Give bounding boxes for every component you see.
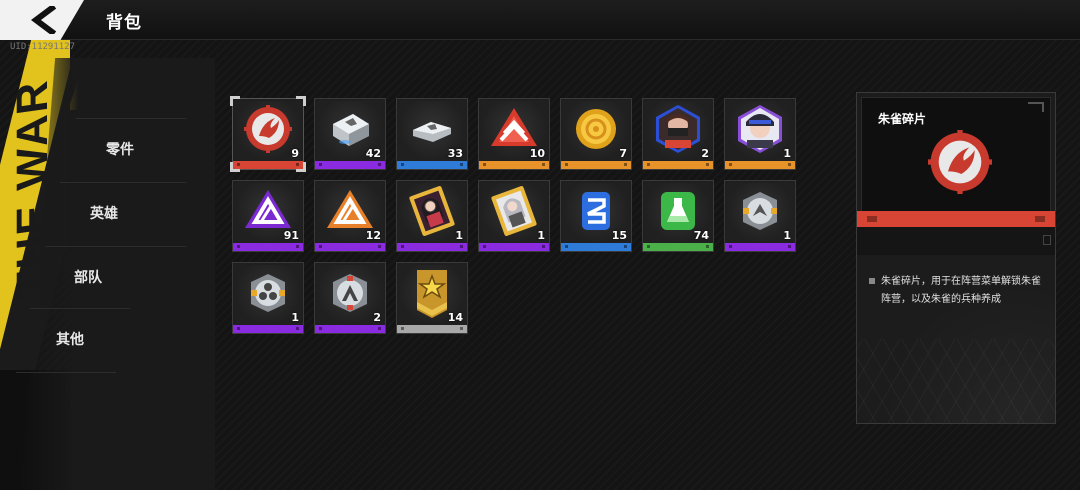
detail-rarity-bar [857,211,1055,227]
rarity-bar-orange [561,161,631,169]
item-count: 7 [619,147,627,160]
sidebar-item-label: 部队 [74,270,102,286]
description-box: 朱雀碎片，用于在阵营菜单解锁朱雀阵营，以及朱雀的兵种养成 [857,259,1055,423]
detail-strip [857,227,1055,255]
inventory-slot[interactable]: 10 [478,98,550,170]
item-count: 91 [283,229,299,242]
phoenix-emblem-icon [244,105,292,153]
rarity-bar-red [233,161,303,169]
divider [76,118,186,119]
rarity-bar-orange [643,161,713,169]
rarity-bar-purple [233,243,303,251]
rarity-bar-purple [315,243,385,251]
item-count: 2 [701,147,709,160]
inventory-slot[interactable]: 1 [232,262,304,334]
sidebar-item-parts[interactable]: 零件 [72,124,168,174]
inventory-slot[interactable]: 2 [642,98,714,170]
item-count: 33 [447,147,463,160]
item-count: 10 [529,147,545,160]
detail-header: 朱雀碎片 [861,97,1051,213]
rarity-bar-orange [479,161,549,169]
item-count: 2 [373,311,381,324]
inventory-slot[interactable]: 2 [314,262,386,334]
sidebar-item-label: 全部 [125,78,153,94]
metal-chip-icon [743,192,777,230]
inventory-slot[interactable]: 1 [478,180,550,252]
rarity-bar-blue [397,161,467,169]
hero-portrait-cap-icon [738,105,782,153]
uid-label: UID:11291127 [10,42,76,52]
inventory-slot[interactable]: 91 [232,180,304,252]
top-bar: 背包 [0,0,1080,40]
radiation-chip-icon [251,274,285,312]
rarity-bar-purple [725,243,795,251]
phoenix-emblem-icon [928,130,992,194]
sidebar-item-other[interactable]: 其他 [22,314,118,364]
sidebar-item-label: 英雄 [90,206,118,222]
divider [16,372,116,373]
inventory-slot[interactable]: 14 [396,262,468,334]
rarity-bar-gray [397,325,467,333]
item-count: 15 [611,229,627,242]
bullet-icon [869,278,875,284]
item-count: 1 [783,229,791,242]
inventory-slot[interactable]: 74 [642,180,714,252]
rarity-bar-purple [233,325,303,333]
item-detail-panel: 朱雀碎片 朱雀碎片，用于在阵营菜单解锁朱雀阵营，以及朱雀的兵种养成 [856,92,1056,424]
divider [60,182,186,183]
rarity-bar-orange [725,161,795,169]
item-count: 42 [365,147,381,160]
hero-portrait-masked-icon [656,105,700,153]
inventory-slot[interactable]: 42 [314,98,386,170]
gold-coin-icon [576,109,616,149]
inventory-slot[interactable]: 9 [230,96,306,172]
hero-ticket-dark-icon [409,186,455,236]
item-count: 14 [447,311,463,324]
a-chip-icon [333,274,367,312]
back-arrow-icon [31,6,56,34]
sidebar-item-all[interactable]: 全部 [68,60,210,110]
item-count: 74 [693,229,709,242]
decor-bits [1043,235,1051,245]
rarity-bar-purple [397,243,467,251]
page-title: 背包 [106,13,142,33]
item-count: 1 [291,311,299,324]
sidebar-item-heroes[interactable]: 英雄 [56,188,152,238]
item-count: 1 [455,229,463,242]
item-count: 1 [537,229,545,242]
corner-bracket [1028,102,1044,112]
item-name: 朱雀碎片 [878,112,927,126]
item-count: 12 [365,229,381,242]
rarity-bar-purple [479,243,549,251]
inventory-slot[interactable]: 7 [560,98,632,170]
item-count: 9 [291,147,299,160]
inventory-slot[interactable]: 1 [724,98,796,170]
rarity-bar-green [643,243,713,251]
inventory-slot[interactable]: 1 [724,180,796,252]
inventory-slot[interactable]: 33 [396,98,468,170]
rarity-bar-purple [315,161,385,169]
inventory-slot[interactable]: 12 [314,180,386,252]
sidebar-item-troops[interactable]: 部队 [40,252,136,302]
item-description: 朱雀碎片，用于在阵营菜单解锁朱雀阵营，以及朱雀的兵种养成 [881,276,1041,305]
rarity-bar-blue [561,243,631,251]
inventory-slot[interactable]: 15 [560,180,632,252]
rarity-bar-purple [315,325,385,333]
divider [46,246,186,247]
back-button[interactable] [0,0,84,40]
item-count: 1 [783,147,791,160]
sidebar-item-label: 零件 [106,142,134,158]
sidebar-item-label: 其他 [56,332,84,348]
hero-ticket-white-icon [491,186,537,236]
divider [30,308,130,309]
inventory-slot[interactable]: 1 [396,180,468,252]
